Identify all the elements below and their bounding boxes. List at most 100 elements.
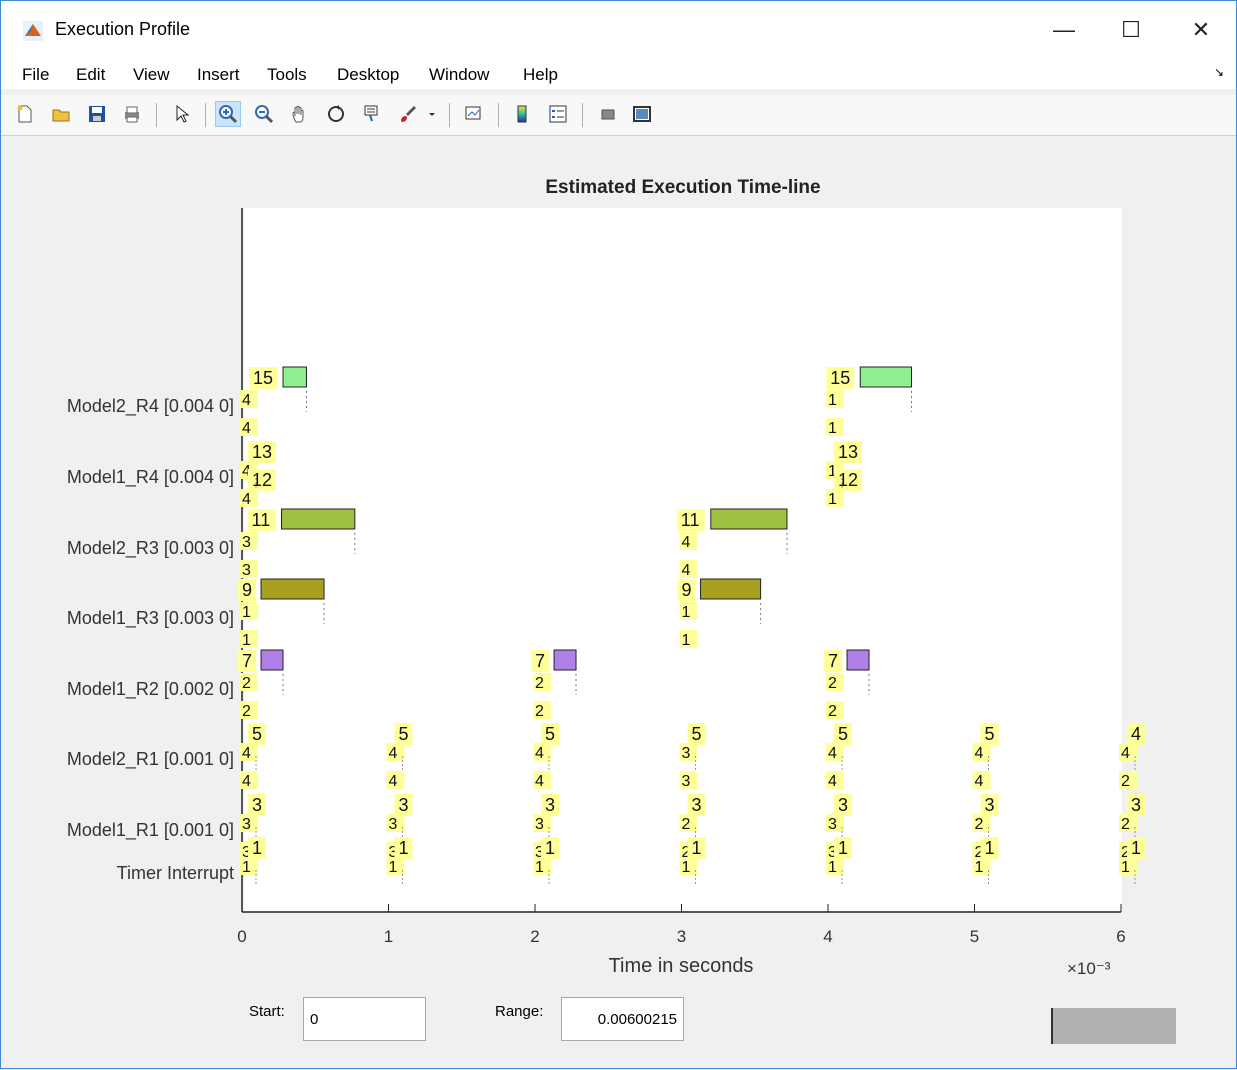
event-label: 3 [399, 795, 409, 815]
small-label: 2 [975, 816, 984, 833]
event-label: 5 [545, 724, 555, 744]
small-label: 3 [535, 816, 544, 833]
y-row-label: Model1_R4 [0.004 0] [66, 467, 234, 487]
timeline-chart: 4411441133441111222222444444334444423333… [238, 208, 1145, 913]
small-label: 1 [682, 604, 691, 621]
execution-bar [282, 366, 307, 388]
event-label: 12 [252, 470, 272, 490]
small-label: 2 [535, 675, 544, 692]
figure-window: Execution Profile — ☐ ✕ File Edit View I… [0, 0, 1237, 1069]
bar-label: 9 [242, 580, 252, 600]
small-label: 4 [242, 745, 251, 762]
execution-bar [846, 649, 870, 671]
small-label: 4 [242, 491, 251, 508]
small-label: 4 [828, 773, 837, 790]
small-label: 4 [389, 745, 398, 762]
small-label: 1 [242, 632, 251, 649]
small-label: 2 [1121, 816, 1130, 833]
bar-label: 11 [252, 510, 271, 530]
event-label: 1 [838, 838, 848, 858]
event-label: 5 [985, 724, 995, 744]
x-tick-label: 4 [823, 927, 833, 946]
event-label: 1 [545, 838, 555, 858]
small-label: 4 [682, 534, 691, 551]
small-label: 4 [242, 773, 251, 790]
small-label: 2 [242, 703, 251, 720]
execution-bar [260, 649, 284, 671]
execution-bar [710, 508, 788, 530]
y-row-label: Model1_R2 [0.002 0] [66, 679, 234, 699]
bar-label: 15 [253, 368, 273, 388]
execution-bar [281, 508, 356, 530]
small-label: 1 [389, 859, 398, 876]
start-input[interactable] [303, 997, 426, 1041]
event-label: 5 [252, 724, 262, 744]
small-label: 1 [828, 859, 837, 876]
small-label: 1 [682, 859, 691, 876]
event-label: 1 [252, 838, 262, 858]
bar-label: 9 [682, 580, 692, 600]
bar-label: 7 [828, 651, 838, 671]
x-tick-label: 0 [237, 927, 247, 946]
range-input[interactable] [561, 997, 684, 1041]
small-label: 1 [828, 420, 837, 437]
bar-label: 7 [535, 651, 545, 671]
event-label: 12 [838, 470, 858, 490]
small-label: 4 [975, 773, 984, 790]
event-label: 5 [692, 724, 702, 744]
y-row-label: Model2_R4 [0.004 0] [66, 396, 234, 416]
range-label: Range: [495, 1003, 544, 1020]
execution-bar [859, 366, 913, 388]
bar-label: 15 [830, 368, 850, 388]
x-tick-label: 1 [383, 927, 394, 946]
event-label: 13 [838, 442, 858, 462]
small-label: 4 [975, 745, 984, 762]
x-tick-label: 6 [1116, 927, 1126, 946]
x-tick-label: 5 [969, 927, 980, 946]
small-label: 1 [682, 632, 691, 649]
small-label: 2 [828, 675, 837, 692]
scroll-slider[interactable] [1051, 1008, 1176, 1044]
small-label: 4 [242, 392, 251, 409]
small-label: 3 [242, 816, 251, 833]
small-label: 1 [242, 859, 251, 876]
execution-bar [553, 649, 577, 671]
execution-bar [700, 578, 762, 600]
small-label: 1 [535, 859, 544, 876]
event-label: 13 [252, 442, 272, 462]
small-label: 4 [828, 745, 837, 762]
small-label: 3 [682, 773, 691, 790]
small-label: 2 [535, 703, 544, 720]
event-label: 4 [1131, 724, 1141, 744]
small-label: 4 [682, 562, 691, 579]
event-label: 3 [838, 795, 848, 815]
event-label: 3 [1131, 795, 1141, 815]
x-axis-label: Time in seconds [608, 955, 754, 977]
small-label: 1 [828, 392, 837, 409]
event-label: 1 [985, 838, 995, 858]
event-label: 1 [692, 838, 702, 858]
execution-bar [260, 578, 325, 600]
small-label: 2 [682, 816, 691, 833]
x-tick-label: 3 [676, 927, 687, 946]
small-label: 4 [535, 745, 544, 762]
small-label: 3 [828, 816, 837, 833]
x-tick-label: 2 [530, 927, 540, 946]
small-label: 3 [389, 816, 398, 833]
small-label: 1 [828, 491, 837, 508]
small-label: 3 [242, 534, 251, 551]
y-row-label: Model2_R3 [0.003 0] [66, 538, 234, 558]
y-row-label: Model1_R1 [0.001 0] [66, 820, 234, 840]
small-label: 4 [1121, 745, 1130, 762]
small-label: 1 [975, 859, 984, 876]
event-label: 5 [399, 724, 409, 744]
x-axis-exponent: ×10⁻³ [1067, 959, 1111, 978]
small-label: 2 [828, 703, 837, 720]
event-label: 3 [545, 795, 555, 815]
event-label: 5 [838, 724, 848, 744]
y-row-label: Timer Interrupt [116, 863, 234, 883]
bar-label: 11 [681, 510, 700, 530]
event-label: 3 [985, 795, 995, 815]
y-row-label: Model1_R3 [0.003 0] [66, 608, 234, 628]
y-row-label: Model2_R1 [0.001 0] [66, 749, 234, 769]
